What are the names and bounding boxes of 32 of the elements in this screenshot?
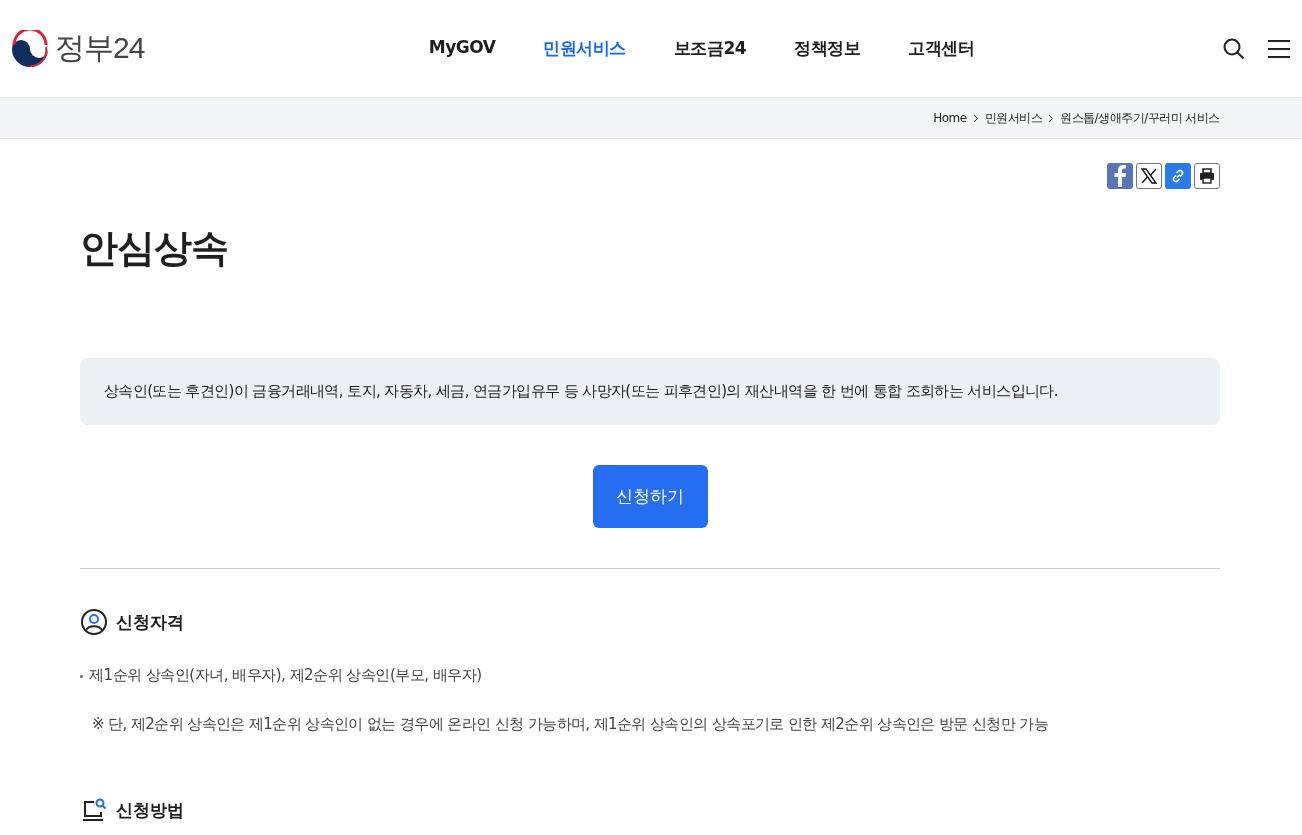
apply-button[interactable]: 신청하기 bbox=[592, 465, 708, 528]
chevron-right-icon bbox=[972, 113, 979, 123]
printer-icon bbox=[1199, 168, 1215, 184]
x-logo-icon bbox=[1141, 168, 1157, 184]
section-heading: 신청자격 bbox=[116, 610, 184, 634]
facebook-share-button[interactable] bbox=[1107, 163, 1133, 189]
link-icon bbox=[1170, 168, 1186, 184]
nav-menu-item[interactable]: MyGOV bbox=[428, 37, 496, 60]
nav-menu-item[interactable]: 보조금24 bbox=[673, 37, 747, 60]
facebook-icon bbox=[1113, 165, 1127, 187]
nav-menu-item[interactable]: 정책정보 bbox=[794, 37, 861, 60]
print-button[interactable] bbox=[1194, 163, 1220, 189]
service-summary: 상속인(또는 후견인)이 금융거래내역, 토지, 자동차, 세금, 연금가입유무 등 사망자(또는 피후견인)의 재산내역을 한 번에 통합 조회하는 서비스입니다. bbox=[80, 358, 1220, 425]
logo-text[interactable]: 정부24 bbox=[55, 28, 145, 69]
section-heading: 신청방법 bbox=[116, 798, 184, 822]
page-title: 안심상속 bbox=[80, 225, 229, 272]
bullet-text: 제1순위 상속인(자녀, 배우자), 제2순위 상속인(부모, 배우자) bbox=[89, 666, 482, 685]
user-circle-icon bbox=[80, 608, 108, 636]
chevron-right-icon bbox=[1048, 113, 1055, 123]
laptop-search-icon bbox=[80, 796, 108, 824]
bullet-dot bbox=[80, 675, 83, 678]
breadcrumb-link[interactable]: 민원서비스 bbox=[984, 109, 1043, 127]
breadcrumb-link[interactable]: 원스톱/생애주기/꾸러미 서비스 bbox=[1060, 109, 1220, 127]
x-share-button[interactable] bbox=[1136, 163, 1162, 189]
nav-menu-item[interactable]: 고객센터 bbox=[908, 37, 975, 60]
note-text: ※ 단, 제2순위 상속인은 제1순위 상속인이 없는 경우에 온라인 신청 가능하며, 제1순위 상속인의 상속포기로 인한 제2순위 상속인은 방문 신청만 가능 bbox=[92, 715, 1050, 734]
menu-icon[interactable] bbox=[1268, 38, 1290, 59]
taegeuk-logo-icon bbox=[11, 29, 49, 68]
search-icon[interactable] bbox=[1222, 36, 1246, 61]
copy-link-button[interactable] bbox=[1165, 163, 1191, 189]
nav-menu-item[interactable]: 민원서비스 bbox=[543, 37, 626, 60]
breadcrumb-link[interactable]: Home bbox=[933, 111, 967, 125]
